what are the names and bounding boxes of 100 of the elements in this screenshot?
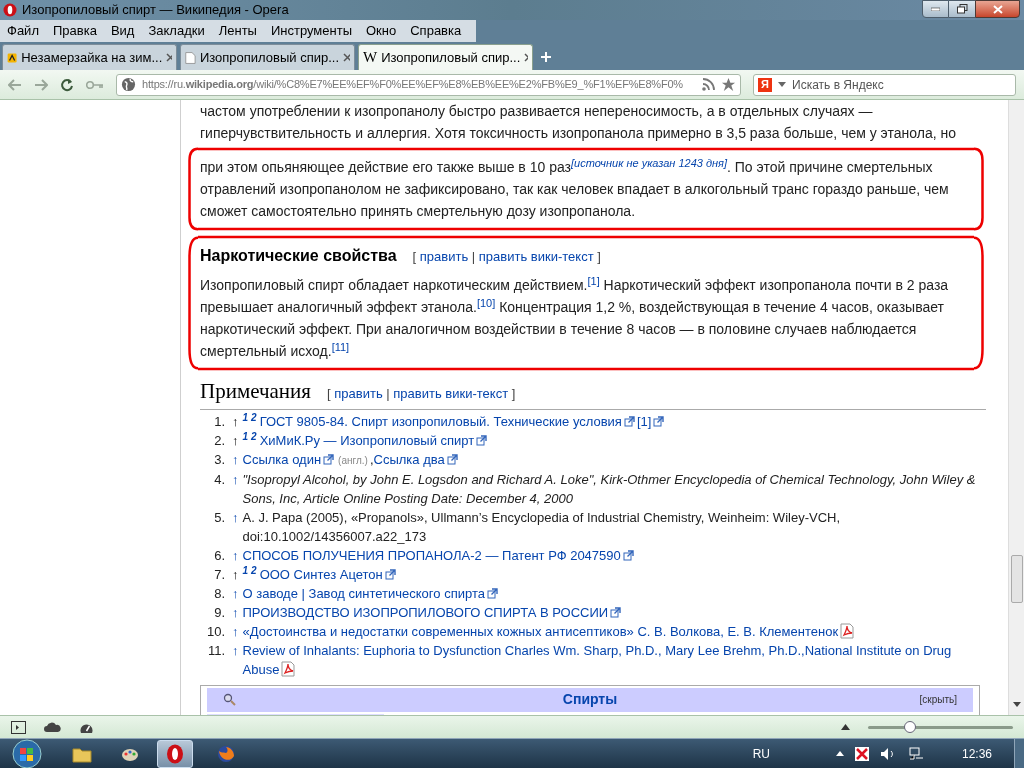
- note-number: 11.: [206, 641, 226, 660]
- menu-item[interactable]: Файл: [0, 21, 46, 41]
- language-indicator[interactable]: RU: [752, 744, 770, 763]
- reload-icon[interactable]: [60, 77, 74, 92]
- opera-logo-icon: [166, 743, 184, 764]
- note-number: 4.: [213, 470, 226, 489]
- search-input[interactable]: Искать в Яндекс: [792, 75, 1011, 94]
- backref-link[interactable]: 2: [251, 411, 257, 423]
- backlink-arrow[interactable]: ↑: [232, 621, 239, 641]
- backlink-arrow[interactable]: ↑: [232, 602, 239, 622]
- reference-link[interactable]: ХиМиК.Ру — Изопропиловый спирт: [259, 432, 475, 448]
- speaker-icon[interactable]: [879, 746, 896, 761]
- firefox-logo-icon[interactable]: [216, 743, 236, 764]
- minimize-icon: [931, 7, 940, 11]
- maximize-button[interactable]: [949, 0, 975, 18]
- citation-needed-link[interactable]: [источник не указан 1243 дня]: [570, 156, 728, 169]
- backlink-arrow[interactable]: ↑: [232, 449, 239, 469]
- taskbar-item[interactable]: [157, 739, 193, 768]
- backref-link[interactable]: 2: [251, 564, 257, 576]
- section-heading: Наркотические свойства: [200, 246, 397, 266]
- backref-link[interactable]: 1: [242, 411, 249, 423]
- backlink-arrow[interactable]: ↑: [232, 564, 239, 584]
- note-number: 9.: [213, 603, 226, 622]
- backlink-arrow[interactable]: ↑: [232, 469, 239, 489]
- address-field[interactable]: https://ru.wikipedia.org/wiki/%C8%E7%EE%EF%F0%EE%EF%E8%EB%EE%E2%FB%E9_%F1%EF%E8%F0%: [116, 73, 741, 96]
- edit-source-link[interactable]: править вики-текст: [393, 386, 509, 401]
- citation-link[interactable]: [1]: [587, 274, 600, 287]
- navbox-title[interactable]: Спирты: [562, 689, 618, 710]
- citation-link[interactable]: [10]: [476, 296, 496, 309]
- tab-label: Незамерзайка на зим...: [21, 48, 163, 67]
- external-link-icon: [384, 568, 396, 580]
- antivirus-icon[interactable]: [853, 745, 870, 762]
- backref-link[interactable]: 1: [242, 564, 249, 576]
- menu-item[interactable]: Ленты: [211, 21, 264, 41]
- rss-feed-icon[interactable]: [702, 78, 715, 91]
- menu-item[interactable]: Вид: [103, 21, 142, 41]
- browser-tab[interactable]: Незамерзайка на зим...: [2, 44, 177, 70]
- reference-link[interactable]: О заводе | Завод синтетического спирта: [242, 585, 485, 601]
- close-icon: [992, 4, 1003, 14]
- zoom-slider-thumb[interactable]: [904, 721, 917, 733]
- reference-link[interactable]: ООО Синтез Ацетон: [259, 566, 383, 582]
- menu-item[interactable]: Закладки: [141, 21, 212, 41]
- scroll-down-icon[interactable]: [1012, 702, 1021, 707]
- globe-icon: [121, 77, 136, 92]
- scrollbar[interactable]: [1008, 100, 1024, 715]
- reference-link[interactable]: ПРОИЗВОДСТВО ИЗОПРОПИЛОВОГО СПИРТА В РОССИИ: [242, 604, 609, 620]
- backlink-arrow[interactable]: ↑: [232, 507, 239, 527]
- menu-item[interactable]: Справка: [403, 21, 469, 41]
- edit-source-link[interactable]: править вики-текст: [478, 249, 594, 264]
- backref-link[interactable]: 2: [251, 430, 257, 442]
- menu-item[interactable]: Окно: [359, 21, 404, 41]
- edit-link[interactable]: править: [419, 249, 469, 264]
- panel-toggle-icon[interactable]: [11, 720, 26, 734]
- note-number: 3.: [213, 450, 226, 469]
- backlink-arrow[interactable]: ↑: [232, 545, 239, 565]
- star-icon[interactable]: [721, 77, 736, 92]
- note-number: 1.: [213, 412, 226, 431]
- external-link-icon: [446, 453, 458, 465]
- reference-link[interactable]: Review of Inhalants: Euphoria to Dysfunction Charles Wm. Sharp, Ph.D., Mary Lee Brehm, Ph.D.,National Institute on Drug Abuse: [242, 640, 986, 679]
- show-hidden-icons-icon[interactable]: [835, 751, 844, 756]
- cloud-icon[interactable]: [44, 721, 61, 733]
- citation-link[interactable]: [11]: [331, 340, 350, 353]
- backlink-arrow[interactable]: ↑: [232, 430, 239, 450]
- browser-tab[interactable]: W Изопропиловый спир...: [358, 44, 533, 70]
- backlink-arrow[interactable]: ↑: [232, 583, 239, 603]
- reference-link[interactable]: СПОСОБ ПОЛУЧЕНИЯ ПРОПАНОЛА-2 — Патент РФ 2047590: [242, 547, 621, 563]
- reference-link[interactable]: ГОСТ 9805-84. Спирт изопропиловый. Технические условия: [259, 413, 622, 429]
- pdf-icon: [280, 660, 297, 677]
- search-field[interactable]: Я Искать в Яндекс: [753, 73, 1016, 96]
- article-paragraph: частом употреблении к изопропанолу быстро развивается непереносимость, а в отдельных случаях — гиперчувствительность и аллергия. Хотя токсичность изопропанола примерно в 3,5 раза больше, чем у этанола, но: [200, 102, 957, 143]
- expand-up-icon[interactable]: [841, 724, 850, 730]
- scrollbar-thumb[interactable]: [1010, 555, 1023, 603]
- separator: |: [386, 386, 390, 401]
- backlink-arrow[interactable]: ↑: [232, 640, 239, 660]
- menu-item[interactable]: Правка: [45, 21, 104, 41]
- notes-heading: Примечания: [200, 378, 311, 405]
- reference-link[interactable]: Ссылка один: [242, 451, 322, 467]
- new-tab-icon[interactable]: [540, 51, 552, 63]
- page-icon: [185, 49, 196, 66]
- network-icon[interactable]: [907, 745, 924, 762]
- backref-link[interactable]: 1: [242, 430, 249, 442]
- note-number: 6.: [213, 546, 226, 565]
- browser-tab[interactable]: Изопропиловый спир...: [180, 44, 355, 70]
- reference-text: ,: [369, 451, 374, 467]
- hide-toggle-link[interactable]: [скрыть]: [919, 692, 957, 707]
- reference-link[interactable]: [1]: [636, 413, 652, 429]
- external-link-icon: [653, 415, 665, 427]
- language-note: (англ.): [338, 454, 368, 466]
- zoom-slider[interactable]: [868, 720, 1013, 734]
- reference-link[interactable]: «Достоинства и недостатки современных кожных антисептиков» С. В. Волкова, Е. В. Клементенок: [242, 621, 857, 641]
- dropdown-caret-icon[interactable]: [778, 82, 786, 87]
- note-number: 8.: [213, 584, 226, 603]
- close-button[interactable]: [975, 0, 1020, 18]
- external-link-icon: [610, 606, 622, 618]
- clock-time[interactable]: 12:36: [961, 744, 992, 763]
- edit-link[interactable]: править: [334, 386, 383, 401]
- minimize-button[interactable]: [922, 0, 949, 18]
- menu-item[interactable]: Инструменты: [263, 21, 359, 41]
- external-link-icon: [486, 587, 498, 599]
- backlink-arrow[interactable]: ↑: [232, 411, 239, 431]
